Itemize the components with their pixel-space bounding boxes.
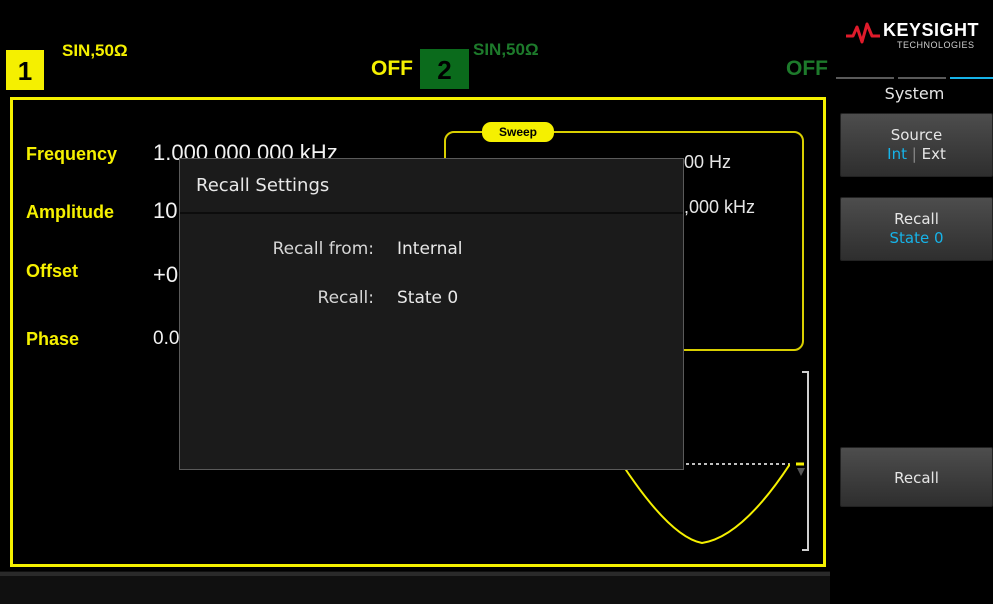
sweep-tag: Sweep <box>482 122 554 142</box>
dialog-divider <box>180 212 683 214</box>
menu-header-rule <box>836 64 993 79</box>
menu-title: System <box>884 84 945 103</box>
softkey-recall-state-label: Recall <box>894 210 939 228</box>
recall-state-value: State 0 <box>397 288 459 308</box>
channel2-label: SIN,50Ω <box>473 40 539 59</box>
param-offset-label[interactable]: Offset <box>26 261 78 282</box>
param-amplitude-label[interactable]: Amplitude <box>26 202 114 223</box>
softkey-recall[interactable]: Recall <box>840 447 993 507</box>
recall-from-label: Recall from: <box>272 239 374 259</box>
param-phase-label[interactable]: Phase <box>26 329 79 350</box>
sweep-start-value: 00 Hz <box>684 152 732 172</box>
channel2-number[interactable]: 2 <box>420 49 469 89</box>
softkey-source-ext: Ext <box>921 145 946 163</box>
softkey-source-separator: | <box>911 145 917 163</box>
brand-subtitle: TECHNOLOGIES <box>897 40 975 50</box>
status-band <box>0 0 830 37</box>
channel2-output-state: OFF <box>786 57 828 80</box>
keysight-logo-icon <box>845 22 881 50</box>
param-frequency-label[interactable]: Frequency <box>26 144 117 165</box>
dialog-title: Recall Settings <box>196 175 330 196</box>
sweep-stop-value: ,000 kHz <box>684 197 756 217</box>
param-phase-value[interactable]: 0.0 <box>153 328 179 350</box>
bottom-divider <box>0 572 830 576</box>
softkey-source-label: Source <box>890 126 943 144</box>
channel1-label: SIN,50Ω <box>62 41 128 60</box>
waveform-scale-bar <box>796 370 812 552</box>
softkey-source[interactable]: Source Int | Ext <box>840 113 993 177</box>
channel1-output-state: OFF <box>371 57 413 80</box>
recall-state-label: Recall: <box>317 288 374 308</box>
recall-from-value: Internal <box>397 239 463 259</box>
softkey-recall-state[interactable]: Recall State 0 <box>840 197 993 261</box>
param-offset-value[interactable]: +0 <box>153 262 178 288</box>
softkey-source-int: Int <box>887 145 907 163</box>
softkey-recall-state-value: State 0 <box>889 229 944 247</box>
brand-name: KEYSIGHT <box>883 20 980 40</box>
waveform-trace <box>621 463 791 545</box>
channel1-number[interactable]: 1 <box>6 50 44 90</box>
param-amplitude-value[interactable]: 10 <box>153 198 177 224</box>
recall-settings-dialog <box>179 158 684 470</box>
